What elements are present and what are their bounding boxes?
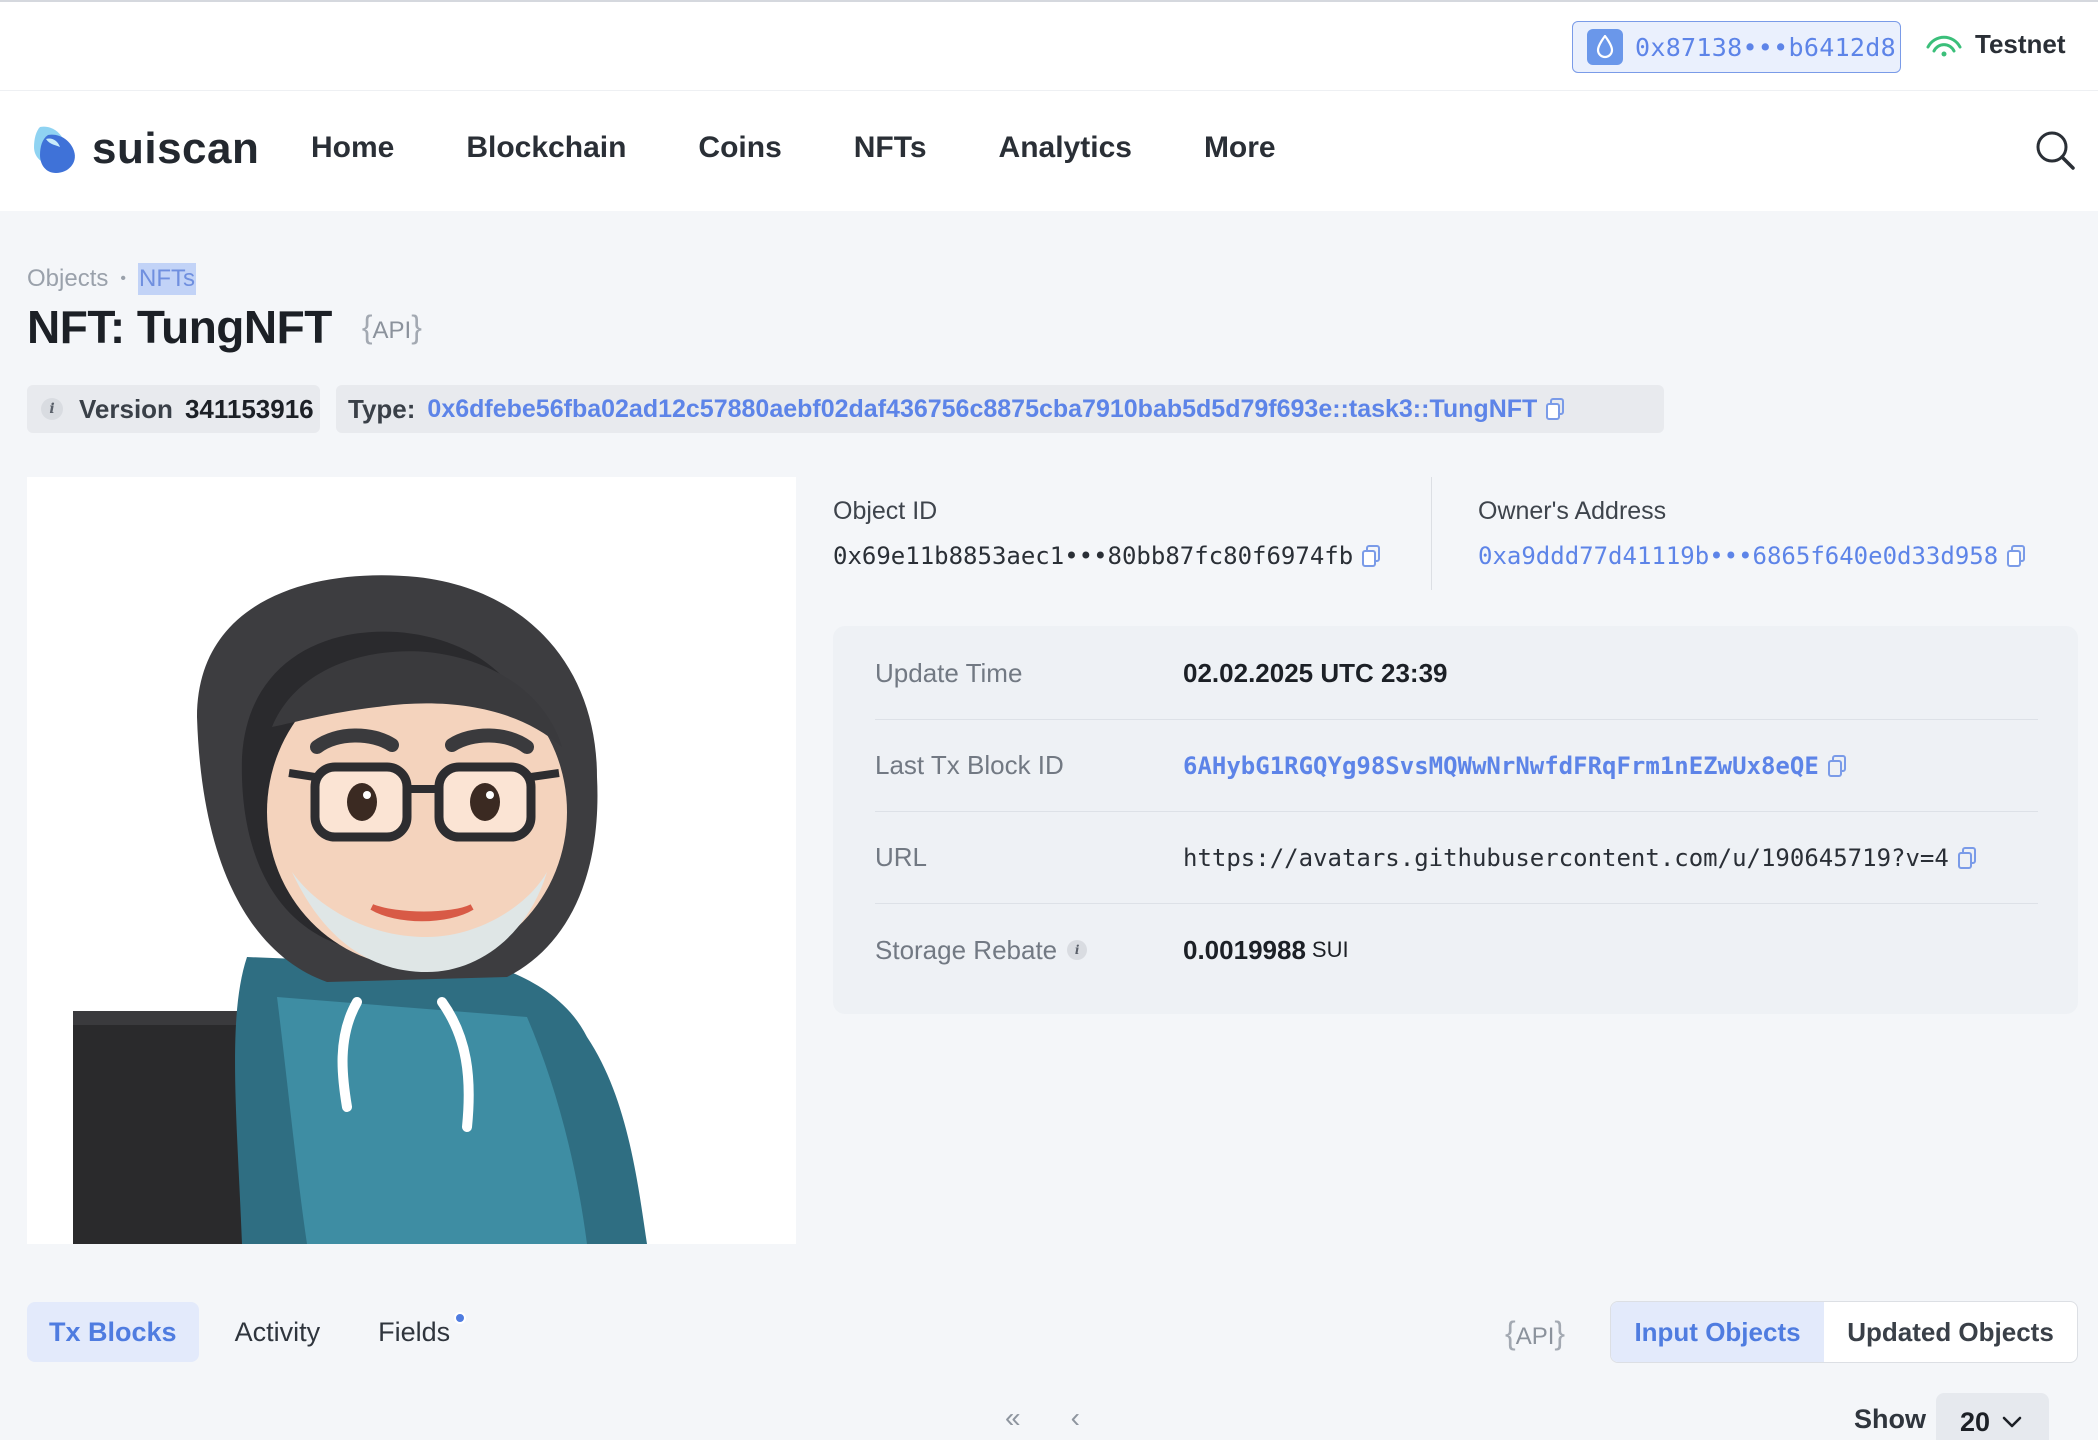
version-label: Version xyxy=(79,393,173,424)
nft-image xyxy=(27,477,796,1244)
update-time-value: 02.02.2025 UTC 23:39 xyxy=(1183,658,1448,688)
suiscan-logo[interactable]: suiscan xyxy=(26,121,259,177)
url-label: URL xyxy=(875,842,928,872)
top-bar: 0x87138•••b6412d8 Testnet xyxy=(0,0,2098,91)
object-id-block: Object ID 0x69e11b8853aec1•••80bb87fc80f… xyxy=(833,497,1381,570)
tab-bar: Tx Blocks Activity Fields xyxy=(27,1302,486,1362)
detail-row-url: URL https://avatars.githubusercontent.co… xyxy=(875,812,2038,904)
version-value: 341153916 xyxy=(184,393,314,424)
nav-nfts[interactable]: NFTs xyxy=(854,131,927,165)
copy-icon[interactable] xyxy=(1957,846,1977,869)
tab-fields-label: Fields xyxy=(378,1316,451,1347)
storage-rebate-label: Storage Rebate xyxy=(875,934,1058,965)
version-chip: i Version 341153916 xyxy=(27,385,320,433)
breadcrumb-objects[interactable]: Objects xyxy=(27,265,108,293)
api-link-tx[interactable]: {API} xyxy=(1505,1315,1565,1352)
copy-icon[interactable] xyxy=(2006,545,2026,567)
detail-row-storage-rebate: Storage Rebate i 0.0019988 SUI xyxy=(875,904,2038,996)
search-icon xyxy=(2036,131,2075,170)
type-value[interactable]: 0x6dfebe56fba02ad12c57880aebf02daf436756… xyxy=(427,395,1537,424)
owner-address-block: Owner's Address 0xa9ddd77d41119b•••6865f… xyxy=(1478,497,2026,570)
detail-row-update-time: Update Time 02.02.2025 UTC 23:39 xyxy=(875,628,2038,720)
page-title: NFT: TungNFT xyxy=(27,301,332,353)
detail-row-last-tx: Last Tx Block ID 6AHybG1RGQYg98SvsMQWwNr… xyxy=(875,720,2038,812)
info-icon[interactable]: i xyxy=(1067,940,1088,960)
tab-activity[interactable]: Activity xyxy=(213,1302,343,1362)
show-label: Show xyxy=(1854,1404,1926,1434)
signal-icon xyxy=(1926,35,1962,56)
prev-page-button[interactable]: ‹ xyxy=(1071,1402,1080,1434)
last-tx-link[interactable]: 6AHybG1RGQYg98SvsMQWwNrNwfdFRqFrm1nEZwUx… xyxy=(1183,752,1819,780)
storage-rebate-unit: SUI xyxy=(1311,937,1349,962)
nav-coins[interactable]: Coins xyxy=(698,131,781,165)
input-objects-option[interactable]: Input Objects xyxy=(1611,1302,1824,1362)
search-button[interactable] xyxy=(2034,129,2076,176)
wallet-button[interactable]: 0x87138•••b6412d8 xyxy=(1572,21,1901,73)
nav-blockchain[interactable]: Blockchain xyxy=(466,131,626,165)
network-selector[interactable]: Testnet xyxy=(1925,29,2066,60)
brand-name: suiscan xyxy=(92,124,260,173)
owner-address-label: Owner's Address xyxy=(1478,497,1667,525)
info-icon[interactable]: i xyxy=(41,398,63,420)
object-id-value: 0x69e11b8853aec1•••80bb87fc80f6974fb xyxy=(833,542,1354,570)
update-time-label: Update Time xyxy=(875,658,1023,688)
copy-icon[interactable] xyxy=(1827,754,1847,777)
suiscan-logo-icon xyxy=(34,126,75,173)
type-chip: Type: 0x6dfebe56fba02ad12c57880aebf02daf… xyxy=(336,385,1664,433)
main-nav: suiscan Home Blockchain Coins NFTs Analy… xyxy=(0,91,2098,211)
nav-home[interactable]: Home xyxy=(311,131,394,165)
breadcrumb: Objects • NFTs xyxy=(27,263,196,295)
type-label: Type: xyxy=(348,393,416,424)
network-name: Testnet xyxy=(1975,29,2066,59)
last-tx-label: Last Tx Block ID xyxy=(875,750,1064,780)
notification-dot xyxy=(454,1312,467,1324)
breadcrumb-nfts[interactable]: NFTs xyxy=(137,263,196,295)
pagination: « ‹ xyxy=(1005,1402,1130,1434)
copy-icon[interactable] xyxy=(1361,545,1381,567)
objects-toggle: Input Objects Updated Objects xyxy=(1610,1301,2078,1363)
api-link[interactable]: {API} xyxy=(362,309,422,346)
page-size-value: 20 xyxy=(1960,1406,1991,1437)
tab-tx-blocks[interactable]: Tx Blocks xyxy=(27,1302,199,1362)
tab-fields[interactable]: Fields xyxy=(356,1302,472,1362)
nav-more[interactable]: More xyxy=(1204,131,1276,165)
updated-objects-option[interactable]: Updated Objects xyxy=(1824,1302,2077,1362)
copy-icon[interactable] xyxy=(1545,398,1565,420)
owner-address-link[interactable]: 0xa9ddd77d41119b•••6865f640e0d33d958 xyxy=(1478,542,1998,570)
first-page-button[interactable]: « xyxy=(1005,1402,1021,1434)
details-card: Update Time 02.02.2025 UTC 23:39 Last Tx… xyxy=(833,626,2078,1014)
breadcrumb-separator: • xyxy=(120,270,126,287)
divider xyxy=(1431,477,1432,590)
nav-analytics[interactable]: Analytics xyxy=(999,131,1132,165)
sui-drop-icon xyxy=(1587,29,1623,65)
chevron-down-icon xyxy=(2002,1416,2022,1428)
object-id-label: Object ID xyxy=(833,497,938,525)
page-size-select[interactable]: 20 xyxy=(1936,1393,2049,1440)
url-value[interactable]: https://avatars.githubusercontent.com/u/… xyxy=(1183,844,1949,872)
wallet-address: 0x87138•••b6412d8 xyxy=(1635,32,1896,62)
storage-rebate-value: 0.0019988 xyxy=(1183,934,1306,965)
